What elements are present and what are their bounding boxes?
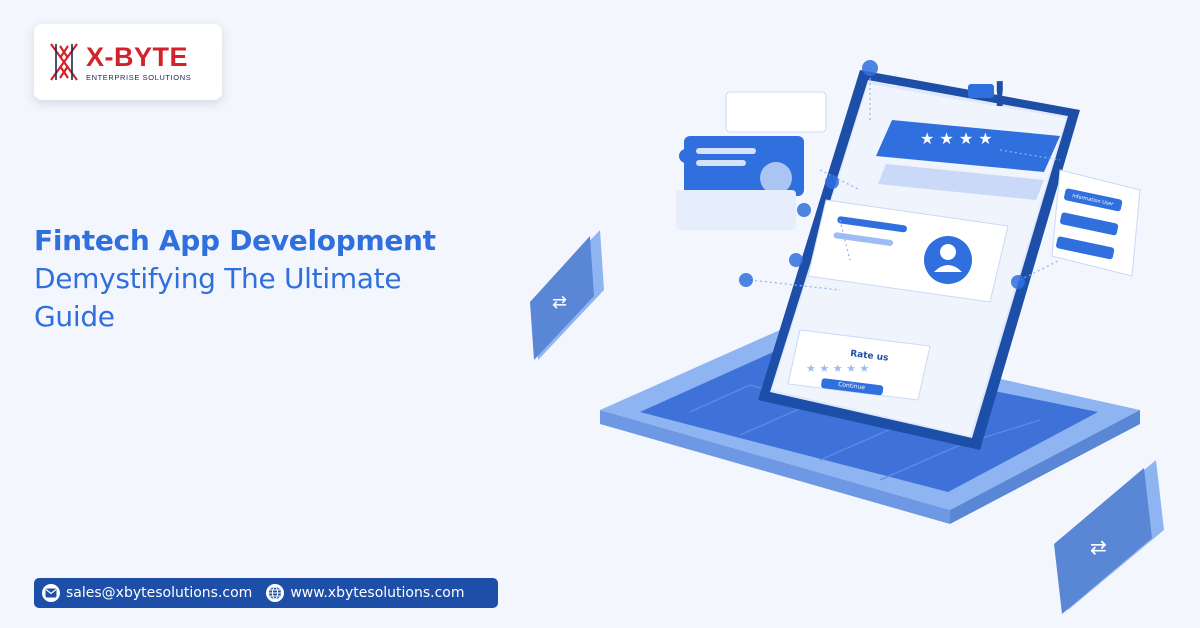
contact-bar: sales@xbytesolutions.com www.xbytesoluti… [34,578,498,608]
title-line-2: Demystifying The Ultimate [34,262,402,295]
xbyte-logo-icon [50,43,78,81]
title-line-3: Guide [34,300,115,333]
title-line-1: Fintech App Development [34,224,436,257]
svg-text:★ ★ ★ ★ ★: ★ ★ ★ ★ ★ [806,362,869,375]
email-contact[interactable]: sales@xbytesolutions.com [42,584,252,602]
svg-text:⇄: ⇄ [1090,535,1107,559]
brand-tagline: ENTERPRISE SOLUTIONS [86,72,192,82]
website-link[interactable]: www.xbytesolutions.com [290,585,464,601]
info-cards: Information User [1051,169,1141,277]
folder-icon: ⇄ [1054,460,1164,614]
brand-logo: X-BYTE ENTERPRISE SOLUTIONS [34,24,222,100]
mail-icon [42,584,60,602]
svg-text:⇄: ⇄ [552,292,567,313]
brand-name: X-BYTE [86,41,189,72]
globe-icon [266,584,285,602]
page-title: Fintech App Development Demystifying The… [34,222,504,336]
email-link[interactable]: sales@xbytesolutions.com [66,585,252,601]
fintech-app-illustration: ★ ★ ★ ★ ! Rate us ★ ★ ★ ★ ★ Continue Inf [530,60,1164,614]
website-contact[interactable]: www.xbytesolutions.com [266,584,465,602]
svg-text:★ ★ ★ ★: ★ ★ ★ ★ [920,129,993,148]
svg-text:!: ! [992,75,1008,115]
folder-icon: ⇄ [530,230,604,360]
